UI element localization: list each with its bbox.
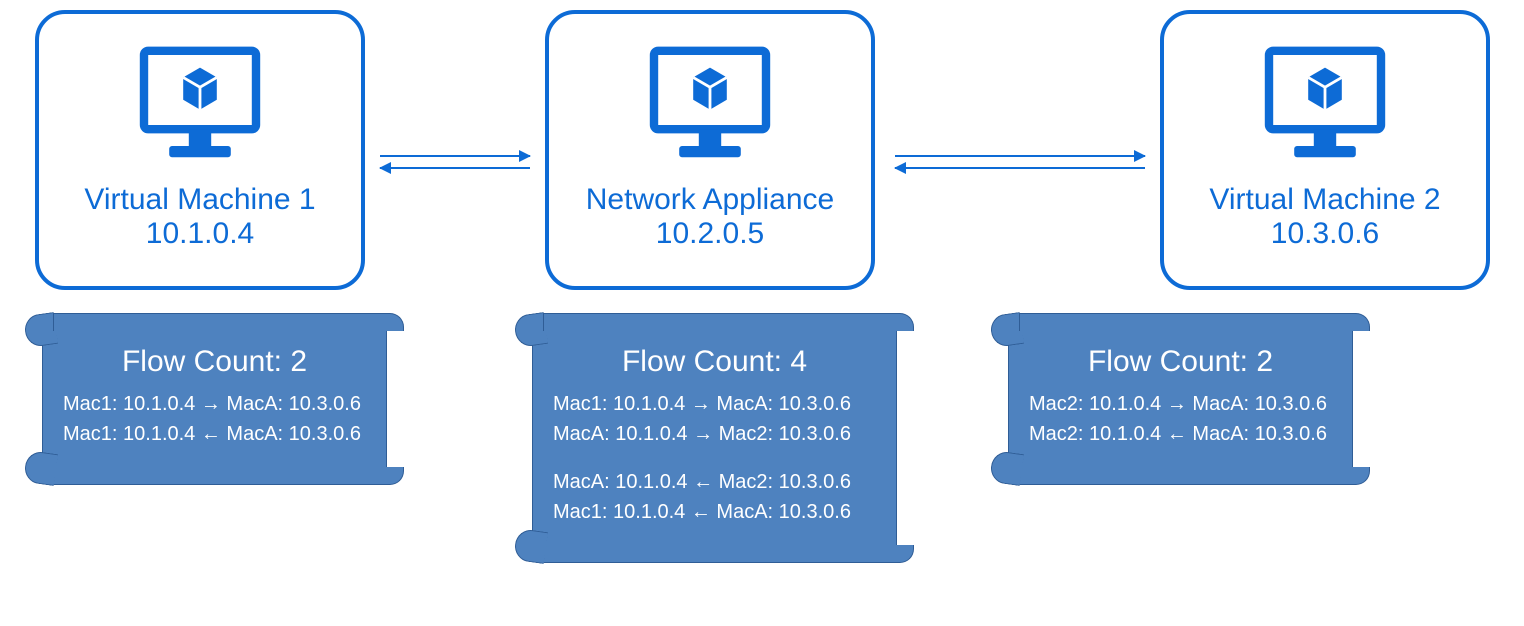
node-vm1: Virtual Machine 1 10.1.0.4 bbox=[35, 10, 365, 290]
bidirectional-arrow bbox=[895, 155, 1145, 169]
vm-icon bbox=[1255, 34, 1395, 179]
node-ip: 10.1.0.4 bbox=[146, 217, 254, 251]
flow-log-vm1: Flow Count: 2 Mac1: 10.1.0.4 → MacA: 10.… bbox=[42, 330, 387, 468]
node-ip: 10.3.0.6 bbox=[1271, 217, 1379, 251]
node-title: Network Appliance bbox=[586, 183, 834, 217]
flow-entry: Mac1: 10.1.0.4 ← MacA: 10.3.0.6 bbox=[553, 497, 876, 527]
flow-log-vm2: Flow Count: 2 Mac2: 10.1.0.4 → MacA: 10.… bbox=[1008, 330, 1353, 468]
flow-count-title: Flow Count: 2 bbox=[63, 345, 366, 379]
flow-entry: Mac1: 10.1.0.4 → MacA: 10.3.0.6 bbox=[63, 389, 366, 419]
arrow-right-icon bbox=[895, 155, 1145, 157]
flow-count-title: Flow Count: 4 bbox=[553, 345, 876, 379]
flow-entry: Mac1: 10.1.0.4 ← MacA: 10.3.0.6 bbox=[63, 419, 366, 449]
node-vm2: Virtual Machine 2 10.3.0.6 bbox=[1160, 10, 1490, 290]
node-network-appliance: Network Appliance 10.2.0.5 bbox=[545, 10, 875, 290]
node-ip: 10.2.0.5 bbox=[656, 217, 764, 251]
flow-entry: Mac1: 10.1.0.4 → MacA: 10.3.0.6 bbox=[553, 389, 876, 419]
arrow-left-icon bbox=[895, 167, 1145, 169]
flow-log-network-appliance: Flow Count: 4 Mac1: 10.1.0.4 → MacA: 10.… bbox=[532, 330, 897, 546]
flow-entry: Mac2: 10.1.0.4 ← MacA: 10.3.0.6 bbox=[1029, 419, 1332, 449]
arrow-left-icon bbox=[380, 167, 530, 169]
node-title: Virtual Machine 1 bbox=[84, 183, 315, 217]
flow-entry: MacA: 10.1.0.4 ← Mac2: 10.3.0.6 bbox=[553, 467, 876, 497]
flow-entry: MacA: 10.1.0.4 → Mac2: 10.3.0.6 bbox=[553, 419, 876, 449]
flow-entry: Mac2: 10.1.0.4 → MacA: 10.3.0.6 bbox=[1029, 389, 1332, 419]
vm-icon bbox=[640, 34, 780, 179]
node-title: Virtual Machine 2 bbox=[1209, 183, 1440, 217]
flow-count-title: Flow Count: 2 bbox=[1029, 345, 1332, 379]
vm-icon bbox=[130, 34, 270, 179]
bidirectional-arrow bbox=[380, 155, 530, 169]
arrow-right-icon bbox=[380, 155, 530, 157]
